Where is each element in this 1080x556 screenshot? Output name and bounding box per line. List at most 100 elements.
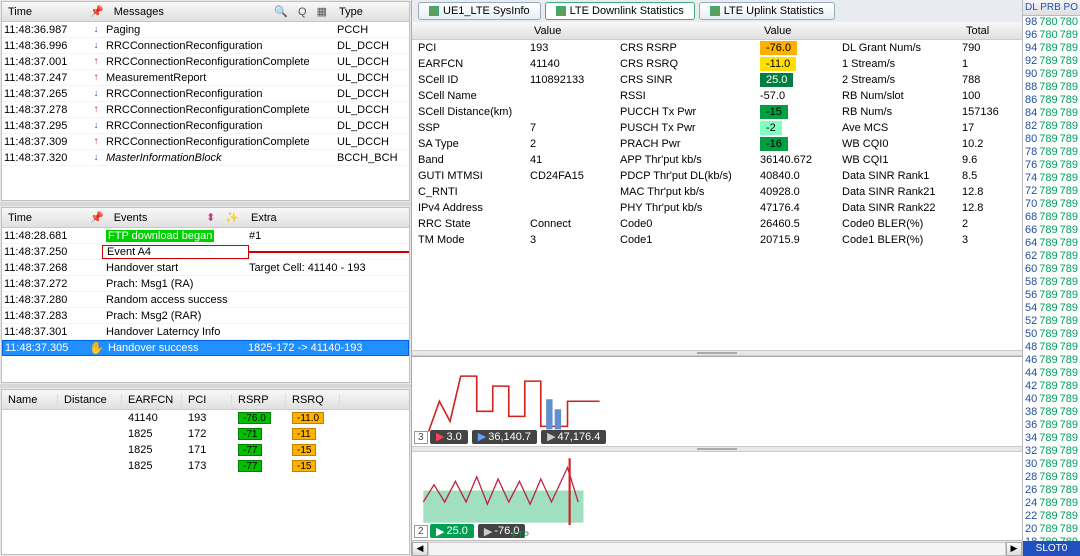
stats-row[interactable]: SCell ID110892133CRS SINR25.02 Stream/s7… [412,72,1022,88]
neighbors-header: Name Distance EARFCN PCI RSRP RSRQ [2,390,409,410]
splitter-2[interactable] [0,384,411,388]
splitter-1[interactable] [0,202,411,206]
sh2[interactable] [620,22,760,39]
msg-row[interactable]: 11:48:36.996 ↓ RRCConnectionReconfigurat… [2,38,409,54]
prb-row: 82789789 [1023,120,1080,133]
wand-icon[interactable]: ✨ [223,211,241,224]
prb-body[interactable]: 9878078096780789947897899278978990789789… [1023,16,1080,541]
neighbors-grid[interactable]: 41140193 -76.0 -11.0 1825172 -71 -11 182… [2,410,409,554]
chart-tag: ▶25.0 [430,524,474,538]
stats-row[interactable]: SA Type2PRACH Pwr-16WB CQI010.2 [412,136,1022,152]
messages-grid[interactable]: 11:48:36.987 ↓ Paging PCCH11:48:36.996 ↓… [2,22,409,200]
prb-row: 92789789 [1023,55,1080,68]
scroll-right-button[interactable]: ▶ [1006,542,1022,556]
event-row[interactable]: 11:48:37.283 Prach: Msg2 (RAR) [2,308,409,324]
prb-footer: SLOT0 [1023,541,1080,556]
prb-row: 20789789 [1023,523,1080,536]
col-nb-pci[interactable]: PCI [182,394,232,406]
neighbor-row[interactable]: 41140193 -76.0 -11.0 [2,410,409,426]
event-row[interactable]: 11:48:37.272 Prach: Msg1 (RA) [2,276,409,292]
tab[interactable]: LTE Uplink Statistics [699,2,835,20]
sh5[interactable]: Total [962,22,1022,39]
event-row[interactable]: 11:48:37.305✋Handover success1825-172 ->… [2,340,409,356]
up-arrow-icon: ↑ [88,72,104,83]
stats-row[interactable]: TM Mode3Code120715.9Code1 BLER(%)3 [412,232,1022,248]
chart-area: 3 ▶3.0▶36,140.7▶47,176.4 2 ▶25.0▶-76.0 F… [412,356,1022,556]
col-nb-rsrp[interactable]: RSRP [232,394,286,406]
prb-row: 28789789 [1023,471,1080,484]
tab[interactable]: UE1_LTE SysInfo [418,2,541,20]
event-row[interactable]: 11:48:37.301 Handover Laterncy Info [2,324,409,340]
sh1[interactable]: Value [530,22,620,39]
prb-row: 46789789 [1023,354,1080,367]
prb-row: 90789789 [1023,68,1080,81]
col-nb-name[interactable]: Name [2,394,58,406]
col-messages[interactable]: Messages [110,6,267,18]
prb-row: 58789789 [1023,276,1080,289]
stats-row[interactable]: PCI193CRS RSRP-76.0DL Grant Num/s790 [412,40,1022,56]
msg-row[interactable]: 11:48:37.265 ↓ RRCConnectionReconfigurat… [2,86,409,102]
event-row[interactable]: 11:48:37.280 Random access success [2,292,409,308]
prb-row: 62789789 [1023,250,1080,263]
prb-row: 80789789 [1023,133,1080,146]
col-type[interactable]: Type [335,6,407,18]
event-row[interactable]: 11:48:37.268 Handover start Target Cell:… [2,260,409,276]
col-ev-time[interactable]: Time [4,212,84,224]
prb-row: 64789789 [1023,237,1080,250]
neighbor-row[interactable]: 1825172 -71 -11 [2,426,409,442]
neighbor-row[interactable]: 1825171 -77 -15 [2,442,409,458]
prb-header[interactable]: DL PRB PO [1023,0,1080,16]
tab[interactable]: LTE Downlink Statistics [545,2,695,20]
msg-row[interactable]: 11:48:37.295 ↓ RRCConnectionReconfigurat… [2,118,409,134]
scroll-track[interactable] [428,542,1006,556]
prb-row: 68789789 [1023,211,1080,224]
neighbor-row[interactable]: 1825173 -77 -15 [2,458,409,474]
msg-row[interactable]: 11:48:37.247 ↑ MeasurementReport UL_DCCH [2,70,409,86]
col-nb-dist[interactable]: Distance [58,394,122,406]
event-row[interactable]: 11:48:37.250 Event A4 [2,244,409,260]
stats-row[interactable]: IPv4 AddressPHY Thr'put kb/s47176.4Data … [412,200,1022,216]
col-nb-rsrq[interactable]: RSRQ [286,394,340,406]
down-arrow-icon: ↓ [88,88,104,99]
sh0[interactable] [412,22,530,39]
msg-row[interactable]: 11:48:37.309 ↑ RRCConnectionReconfigurat… [2,134,409,150]
msg-row[interactable]: 11:48:37.320 ↓ MasterInformationBlock BC… [2,150,409,166]
throughput-chart[interactable]: 3 ▶3.0▶36,140.7▶47,176.4 [412,357,1022,446]
event-row[interactable]: 11:48:28.681 FTP download began #1 [2,228,409,244]
find-icon[interactable]: Q [296,6,309,18]
search-icon[interactable]: 🔍 [272,5,290,18]
pin-icon[interactable]: 📌 [90,5,104,18]
chart-scrollbar[interactable]: ◀ ▶ [412,540,1022,556]
stats-row[interactable]: SCell Distance(km)PUCCH Tx Pwr-15RB Num/… [412,104,1022,120]
stats-grid[interactable]: PCI193CRS RSRP-76.0DL Grant Num/s790EARF… [412,40,1022,350]
prb-row: 94789789 [1023,42,1080,55]
col-nb-earfcn[interactable]: EARFCN [122,394,182,406]
chart-icon[interactable]: ⬍ [204,211,217,224]
prb-row: 96780789 [1023,29,1080,42]
col-time[interactable]: Time [4,6,84,18]
prb-row: 54789789 [1023,302,1080,315]
stats-headrow: Value Value Total [412,22,1022,40]
col-ev-extra[interactable]: Extra [247,212,407,224]
msg-row[interactable]: 11:48:36.987 ↓ Paging PCCH [2,22,409,38]
chart-tag: ▶47,176.4 [541,430,606,444]
msg-row[interactable]: 11:48:37.001 ↑ RRCConnectionReconfigurat… [2,54,409,70]
scroll-left-button[interactable]: ◀ [412,542,428,556]
stats-row[interactable]: Band41APP Thr'put kb/s36140.672WB CQI19.… [412,152,1022,168]
stats-row[interactable]: SSP7PUSCH Tx Pwr-2Ave MCS17 [412,120,1022,136]
stats-row[interactable]: RRC StateConnectCode026460.5Code0 BLER(%… [412,216,1022,232]
msg-row[interactable]: 11:48:37.278 ↑ RRCConnectionReconfigurat… [2,102,409,118]
signal-chart[interactable]: 2 ▶25.0▶-76.0 FTP [412,452,1022,541]
col-ev-events[interactable]: Events [110,212,198,224]
pin-icon[interactable]: 📌 [90,211,104,224]
stats-row[interactable]: C_RNTIMAC Thr'put kb/s40928.0Data SINR R… [412,184,1022,200]
sh4[interactable] [842,22,962,39]
prb-row: 26789789 [1023,484,1080,497]
sh3[interactable]: Value [760,22,842,39]
stats-row[interactable]: EARFCN41140CRS RSRQ-11.01 Stream/s1 [412,56,1022,72]
columns-icon[interactable]: ▦ [315,5,329,18]
stats-row[interactable]: GUTI MTMSICD24FA15PDCP Thr'put DL(kb/s)4… [412,168,1022,184]
down-arrow-icon: ↓ [88,152,104,163]
stats-row[interactable]: SCell NameRSSI-57.0RB Num/slot100 [412,88,1022,104]
events-grid[interactable]: 11:48:28.681 FTP download began #111:48:… [2,228,409,382]
